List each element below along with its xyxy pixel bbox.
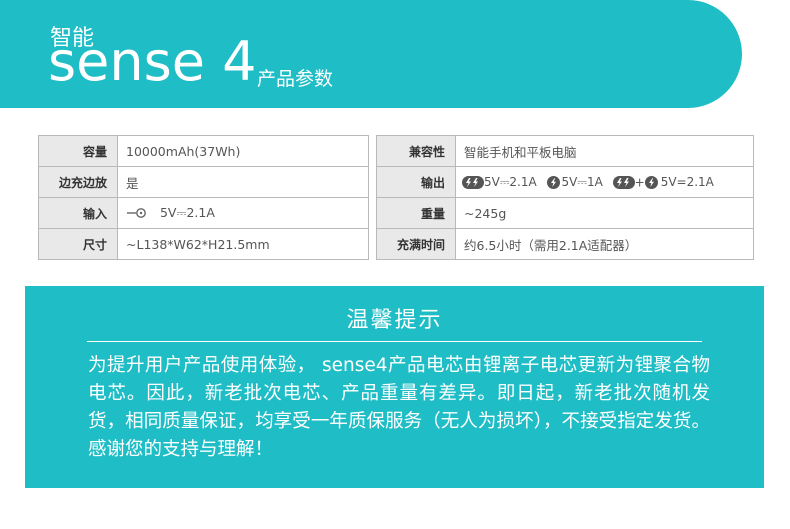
input-spec-text: 5V⎓2.1A (159, 205, 215, 221)
double-bolt-icon (462, 175, 484, 189)
notice-divider (87, 341, 702, 342)
plug-icon (127, 208, 146, 219)
bolt-icon (546, 175, 560, 189)
spec-table-left: 容量 10000mAh(37Wh) 边充边放 是 输入 5V⎓2.1A 尺寸 ~… (38, 135, 369, 260)
spec-label: 边充边放 (38, 166, 118, 198)
table-row: 尺寸 ~L138*W62*H21.5mm (38, 228, 369, 260)
page-subtitle: 产品参数 (257, 68, 334, 90)
output-spec-2: 5V⎓1A (561, 174, 603, 189)
spec-label: 尺寸 (38, 228, 118, 260)
spec-label: 重量 (376, 197, 456, 229)
plus-sign: + (634, 175, 645, 189)
table-row: 兼容性 智能手机和平板电脑 (376, 135, 754, 167)
output-spec-3: 5V=2.1A (660, 175, 714, 189)
notice-title: 温馨提示 (346, 308, 443, 333)
spec-value: 是 (117, 166, 369, 198)
spec-label: 输出 (376, 166, 456, 198)
spec-value: 智能手机和平板电脑 (455, 135, 754, 167)
table-row: 容量 10000mAh(37Wh) (38, 135, 369, 167)
spec-label: 输入 (38, 197, 118, 229)
table-row: 输入 5V⎓2.1A (38, 197, 369, 229)
brand-name: sense 4 (48, 30, 257, 93)
spec-table-right: 兼容性 智能手机和平板电脑 输出 5V⎓2.1A 5V⎓1A + 5V=2.1A (376, 135, 754, 260)
double-bolt-icon (612, 175, 635, 189)
table-row: 边充边放 是 (38, 166, 369, 198)
notice-body: 为提升用户产品使用体验， sense4产品电芯由锂离子电芯更新为锂聚合物电芯。因… (88, 355, 710, 460)
bolt-icon (644, 175, 658, 189)
output-spec-1: 5V⎓2.1A (484, 174, 537, 189)
table-row: 充满时间 约6.5小时（需用2.1A适配器） (376, 228, 754, 260)
spec-value: 10000mAh(37Wh) (117, 135, 369, 167)
table-row: 重量 ~245g (376, 197, 754, 229)
spec-value: ~L138*W62*H21.5mm (117, 228, 369, 260)
notice-box: 温馨提示 为提升用户产品使用体验， sense4产品电芯由锂离子电芯更新为锂聚合… (25, 286, 764, 488)
spec-value: ~245g (455, 197, 754, 229)
spec-label: 充满时间 (376, 228, 456, 260)
spec-label: 容量 (38, 135, 118, 167)
spec-value: 约6.5小时（需用2.1A适配器） (455, 228, 754, 260)
spec-value: 5V⎓2.1A 5V⎓1A + 5V=2.1A (455, 166, 754, 198)
spec-label: 兼容性 (376, 135, 456, 167)
spec-value: 5V⎓2.1A (117, 197, 369, 229)
header-banner: 智能 sense 4 产品参数 (0, 0, 742, 108)
table-row: 输出 5V⎓2.1A 5V⎓1A + 5V=2.1A (376, 166, 754, 198)
